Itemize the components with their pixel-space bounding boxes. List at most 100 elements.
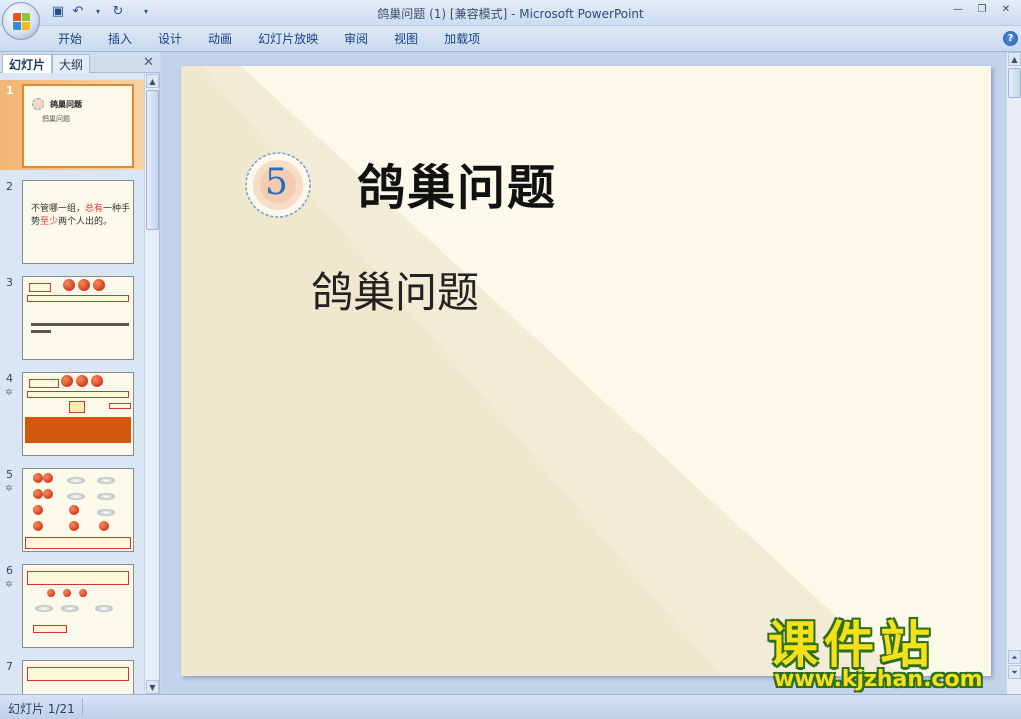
slide-thumbnail[interactable] [22, 468, 134, 552]
label-box [33, 625, 67, 633]
tab-slides[interactable]: 幻灯片 [2, 54, 53, 73]
slide-number: 3 [6, 276, 13, 289]
text-fragment: 两个人出的。 [58, 217, 113, 227]
tab-review[interactable]: 审阅 [344, 31, 368, 47]
thumbnail-row[interactable]: 6 ✲ [0, 560, 144, 650]
scroll-down-icon[interactable]: ▼ [146, 680, 159, 694]
highlight-text: 总有 [85, 204, 104, 214]
apple-icon [33, 473, 43, 483]
apple-icon [43, 489, 53, 499]
slide-number: 6 [6, 564, 13, 577]
tab-view[interactable]: 视图 [394, 31, 418, 47]
status-bar: 幻灯片 1/21 [0, 694, 1021, 719]
apple-icon [47, 589, 55, 597]
slide-thumbnail[interactable] [22, 372, 134, 456]
scroll-thumb[interactable] [1008, 68, 1021, 98]
text-line [31, 323, 129, 326]
current-slide[interactable]: 5 鸽巢问题 鸽巢问题 [181, 66, 991, 676]
watermark-url: www.kjzhan.com [774, 667, 983, 692]
ribbon: 开始 插入 设计 动画 幻灯片放映 审阅 视图 加载项 ? [0, 26, 1021, 52]
apple-icon [76, 375, 88, 387]
text-box [27, 667, 129, 681]
thumbnail-row[interactable]: 1 鸽巢问题 鸽巢问题 [0, 80, 144, 170]
badge-number: 5 [265, 162, 288, 203]
watermark-text: 课件站 [768, 616, 936, 674]
plate-icon [95, 605, 113, 612]
apple-icon [69, 505, 79, 515]
slide-number: 4 [6, 372, 13, 385]
slide-thumbnail[interactable]: 不管哪一组，总有一种手势至少两个人出的。 [22, 180, 134, 264]
document-name: 鸽巢问题 (1) [兼容模式] [377, 7, 508, 21]
text-line [31, 330, 51, 333]
tab-home[interactable]: 开始 [58, 31, 82, 47]
text-box [27, 571, 129, 585]
apple-icon [69, 521, 79, 531]
text-box [27, 391, 129, 398]
text-box [27, 295, 129, 302]
scroll-up-icon[interactable]: ▲ [146, 74, 159, 88]
apple-icon [78, 279, 90, 291]
slides-pane: 幻灯片 大纲 ✕ 1 鸽巢问题 鸽巢问题 2 不管哪一组，总有一种手势至少两个人… [0, 52, 160, 694]
slide-scrollbar[interactable]: ▲ ⏶ ⏷ [1006, 52, 1021, 694]
slide-number: 7 [6, 660, 13, 673]
plate-icon [67, 477, 85, 484]
thumbnail-text: 不管哪一组，总有一种手势至少两个人出的。 [31, 203, 131, 229]
plate-icon [35, 605, 53, 612]
apple-icon [79, 589, 87, 597]
slide-subtitle[interactable]: 鸽巢问题 [311, 259, 479, 320]
thumbnail-row[interactable]: 5 ✲ [0, 464, 144, 554]
window-controls: — ❐ ✕ [947, 2, 1017, 18]
ribbon-tabs: 开始 插入 设计 动画 幻灯片放映 审阅 视图 加载项 [58, 31, 506, 47]
animation-icon: ✲ [5, 580, 13, 590]
label-box [29, 379, 59, 388]
help-icon[interactable]: ? [1003, 31, 1018, 46]
animation-icon: ✲ [5, 388, 13, 398]
tab-animations[interactable]: 动画 [208, 31, 232, 47]
tab-outline[interactable]: 大纲 [52, 54, 91, 73]
plate-icon [67, 493, 85, 500]
plate-icon [97, 509, 115, 516]
scroll-up-icon[interactable]: ▲ [1008, 52, 1021, 66]
next-slide-icon[interactable]: ⏷ [1008, 665, 1021, 679]
apple-icon [91, 375, 103, 387]
close-button[interactable]: ✕ [995, 2, 1017, 18]
highlight-text: 至少 [40, 217, 59, 227]
plate-icon [61, 605, 79, 612]
thumbnail-row[interactable]: 4 ✲ [0, 368, 144, 458]
scroll-thumb[interactable] [146, 90, 159, 230]
apple-icon [43, 473, 53, 483]
office-button[interactable] [2, 2, 40, 40]
tab-design[interactable]: 设计 [158, 31, 182, 47]
previous-slide-icon[interactable]: ⏶ [1008, 650, 1021, 664]
thumbnail-row[interactable]: 3 [0, 272, 144, 362]
thumbnail-subtitle: 鸽巢问题 [42, 115, 70, 123]
tab-insert[interactable]: 插入 [108, 31, 132, 47]
title-separator: - [507, 7, 520, 21]
label-box [29, 283, 51, 292]
restore-button[interactable]: ❐ [971, 2, 993, 18]
plate-icon [97, 477, 115, 484]
apple-icon [63, 589, 71, 597]
label-box [69, 401, 85, 413]
orange-panel [25, 417, 131, 443]
minimize-button[interactable]: — [947, 2, 969, 18]
apple-icon [61, 375, 73, 387]
watermark-logo: 课件站 www.kjzhan.com [768, 617, 1004, 695]
slide-thumbnail[interactable] [22, 564, 134, 648]
slide-thumbnail[interactable] [22, 660, 134, 694]
close-pane-icon[interactable]: ✕ [143, 55, 154, 70]
text-box [25, 537, 131, 549]
slide-thumbnail[interactable]: 鸽巢问题 鸽巢问题 [22, 84, 134, 168]
plate-icon [97, 493, 115, 500]
office-logo-icon [13, 13, 31, 31]
thumbnails-scrollbar[interactable]: ▲ ▼ [144, 74, 159, 694]
apple-icon [33, 521, 43, 531]
slide-title[interactable]: 鸽巢问题 [357, 148, 557, 218]
tab-slide-show[interactable]: 幻灯片放映 [258, 31, 318, 47]
badge-icon [32, 98, 44, 110]
slide-number: 2 [6, 180, 13, 193]
thumbnail-row[interactable]: 7 [0, 656, 144, 694]
thumbnail-row[interactable]: 2 不管哪一组，总有一种手势至少两个人出的。 [0, 176, 144, 266]
tab-add-ins[interactable]: 加载项 [444, 31, 480, 47]
slide-thumbnail[interactable] [22, 276, 134, 360]
